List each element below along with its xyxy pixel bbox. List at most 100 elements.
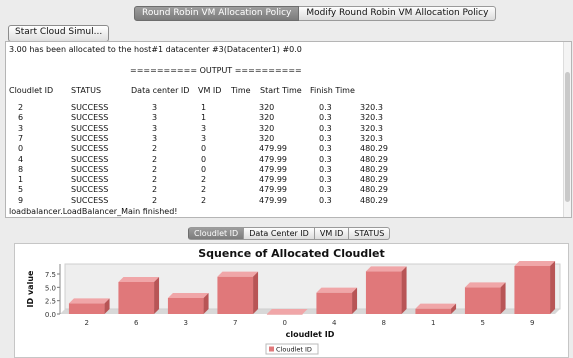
bar <box>266 314 303 315</box>
table-cell: 0.3 <box>319 103 332 112</box>
table-cell: 0 <box>201 154 207 164</box>
table-cell: 0.3 <box>319 195 332 205</box>
output-scrollbar[interactable] <box>563 42 571 217</box>
table-cell: 3 <box>152 123 158 133</box>
table-cell: 0.3 <box>319 144 332 154</box>
table-cell: 480.29 <box>360 185 388 195</box>
header-cell: Start Time <box>260 86 302 95</box>
bar <box>217 276 254 314</box>
bar-side <box>401 266 407 314</box>
table-cell: 2 <box>152 175 158 185</box>
y-tick-label: 0.0 <box>45 311 56 319</box>
table-cell: 320 <box>259 123 275 133</box>
table-cell: 2 <box>18 103 24 112</box>
bar-top <box>464 282 506 288</box>
table-cell: 3 <box>152 113 158 123</box>
table-cell: 2 <box>201 185 207 195</box>
table-cell: SUCCESS <box>71 185 109 195</box>
x-tick-label: 0 <box>283 319 287 327</box>
table-cell: 479.99 <box>259 164 287 174</box>
bar-side <box>500 282 506 314</box>
table-cell: SUCCESS <box>71 144 109 154</box>
table-cell: 2 <box>152 154 158 164</box>
table-cell: SUCCESS <box>71 123 109 133</box>
table-cell: 4 <box>18 154 24 164</box>
table-cell: 480.29 <box>360 144 388 154</box>
table-cell: SUCCESS <box>71 133 109 143</box>
table-cell: 320.3 <box>360 113 383 123</box>
table-cell: 9 <box>18 195 24 205</box>
table-cell: 320 <box>259 133 275 143</box>
table-cell: 0.3 <box>319 133 332 143</box>
table-cell: 1 <box>18 175 24 185</box>
table-cell: 3 <box>201 133 207 143</box>
tab-vm-id[interactable]: VM ID <box>314 227 350 240</box>
table-cell: 320 <box>259 103 275 112</box>
table-cell: SUCCESS <box>71 113 109 123</box>
bar-top <box>514 261 556 266</box>
bar-top <box>365 266 407 272</box>
x-tick-label: 6 <box>134 319 139 327</box>
tab-status[interactable]: STATUS <box>349 227 391 240</box>
bar-top <box>68 298 110 304</box>
bar-side <box>253 271 259 314</box>
table-cell: 0.3 <box>319 164 332 174</box>
table-cell: 2 <box>201 195 207 205</box>
table-cell: 1 <box>201 103 207 112</box>
tab-round-robin-policy[interactable]: Round Robin VM Allocation Policy <box>134 6 300 21</box>
output-first-line: 3.00 has been allocated to the host#1 da… <box>9 45 302 54</box>
table-cell: 2 <box>152 195 158 205</box>
table-cell: 3 <box>18 123 24 133</box>
table-cell: 1 <box>201 113 207 123</box>
chart-panel: Squence of Allocated Cloudlet 0.0 2.5 5.0 7… <box>14 243 569 358</box>
y-axis-label: ID value <box>26 270 35 307</box>
table-cell: 0.3 <box>319 185 332 195</box>
y-tick-label: 5.0 <box>45 284 56 292</box>
y-tick-label: 2.5 <box>45 298 56 306</box>
bar-top <box>316 287 358 293</box>
chart-legend: Cloudlet ID <box>265 343 319 355</box>
table-cell: 2 <box>152 185 158 195</box>
output-banner: ========== OUTPUT ========== <box>130 66 302 75</box>
table-cell: 7 <box>18 133 24 143</box>
bar <box>415 308 452 314</box>
table-cell: SUCCESS <box>71 164 109 174</box>
table-cell: 0 <box>201 144 207 154</box>
tab-data-center-id[interactable]: Data Center ID <box>244 227 315 240</box>
bar-chart: 0.0 2.5 5.0 7.5 ID value 2 6 3 7 0 4 8 1 5 9 cloudlet I… <box>26 261 561 355</box>
table-cell: 3 <box>152 103 158 112</box>
bar-top <box>118 277 160 282</box>
bar-top <box>415 303 457 309</box>
output-scroll-thumb[interactable] <box>565 72 570 202</box>
table-cell: 480.29 <box>360 175 388 185</box>
table-cell: 8 <box>18 164 24 174</box>
table-cell: 480.29 <box>360 154 388 164</box>
table-cell: 0.3 <box>319 113 332 123</box>
header-cell: Cloudlet ID <box>9 86 54 95</box>
x-tick-label: 7 <box>233 319 237 327</box>
x-tick-label: 8 <box>382 319 386 327</box>
table-cell: 0 <box>201 164 207 174</box>
bar-side <box>154 277 160 314</box>
table-cell: 2 <box>152 164 158 174</box>
tab-modify-round-robin-policy[interactable]: Modify Round Robin VM Allocation Policy <box>299 6 497 21</box>
table-cell: 6 <box>18 113 24 123</box>
policy-tabs: Round Robin VM Allocation Policy Modify … <box>134 6 497 21</box>
header-cell: VM ID <box>198 86 222 95</box>
bar-top <box>217 271 259 277</box>
table-cell: 320.3 <box>360 123 383 133</box>
table-cell: 479.99 <box>259 185 287 195</box>
header-cell: Time <box>231 86 251 95</box>
table-cell: 480.29 <box>360 164 388 174</box>
header-cell: Finish Time <box>310 86 355 95</box>
start-cloud-simulation-button[interactable]: Start Cloud Simul... <box>8 25 110 42</box>
header-cell: STATUS <box>71 86 102 95</box>
bar <box>167 298 204 314</box>
table-cell: 5 <box>18 185 24 195</box>
x-tick-label: 1 <box>431 319 435 327</box>
bar <box>464 287 501 314</box>
table-cell: 2 <box>152 144 158 154</box>
output-text-area[interactable]: 3.00 has been allocated to the host#1 da… <box>5 41 572 218</box>
x-tick-label: 5 <box>481 319 485 327</box>
tab-cloudlet-id[interactable]: Cloudlet ID <box>188 227 245 240</box>
